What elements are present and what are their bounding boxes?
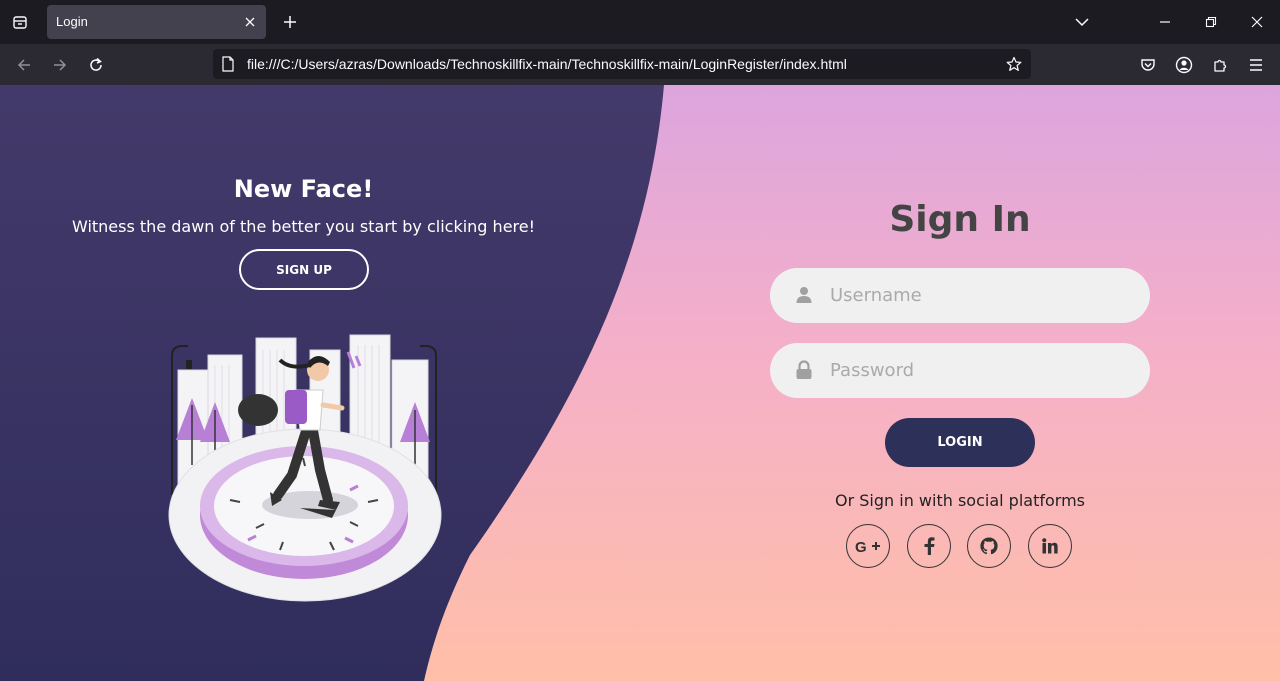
account-icon[interactable] [1171, 52, 1197, 78]
list-all-tabs-icon[interactable] [1070, 10, 1094, 34]
url-text: file:///C:/Users/azras/Downloads/Technos… [247, 56, 847, 72]
tab-login[interactable]: Login [47, 5, 266, 39]
password-input[interactable] [830, 343, 1130, 398]
signup-panel: New Face! Witness the dawn of the better… [0, 85, 610, 681]
password-field[interactable] [770, 343, 1150, 398]
lock-icon [794, 360, 814, 380]
close-tab-icon[interactable] [240, 12, 260, 32]
linkedin-icon[interactable] [1028, 524, 1072, 568]
login-page: New Face! Witness the dawn of the better… [0, 85, 1280, 681]
username-input[interactable] [830, 268, 1130, 323]
minimize-icon[interactable] [1153, 10, 1177, 34]
restore-icon[interactable] [1199, 10, 1223, 34]
social-sign-in-text: Or Sign in with social platforms [835, 491, 1085, 510]
facebook-icon[interactable] [907, 524, 951, 568]
new-face-heading: New Face! [233, 175, 374, 203]
sign-in-heading: Sign In [889, 199, 1031, 240]
pocket-icon[interactable] [1135, 52, 1161, 78]
google-plus-icon[interactable]: G [846, 524, 890, 568]
forward-icon[interactable] [47, 52, 73, 78]
sign-in-panel: Sign In LOGIN Or Sign in with social pla… [700, 85, 1220, 681]
svg-text:G: G [855, 539, 867, 554]
reload-icon[interactable] [83, 52, 109, 78]
github-icon[interactable] [967, 524, 1011, 568]
user-icon [794, 285, 814, 305]
page-icon [221, 56, 235, 76]
back-icon[interactable] [11, 52, 37, 78]
url-bar[interactable]: file:///C:/Users/azras/Downloads/Technos… [213, 49, 1031, 79]
username-field[interactable] [770, 268, 1150, 323]
bookmark-star-icon[interactable] [1003, 53, 1025, 75]
login-button[interactable]: LOGIN [885, 418, 1035, 467]
running-clock-illustration [168, 334, 442, 602]
extensions-icon[interactable] [1207, 52, 1233, 78]
navigation-toolbar: file:///C:/Users/azras/Downloads/Technos… [0, 44, 1280, 86]
sign-up-button[interactable]: SIGN UP [239, 249, 369, 290]
new-tab-icon[interactable] [278, 10, 302, 34]
new-face-description: Witness the dawn of the better you start… [71, 217, 536, 236]
tab-title: Login [56, 14, 88, 29]
tabs-overview-icon[interactable] [8, 10, 32, 34]
menu-icon[interactable] [1243, 52, 1269, 78]
close-window-icon[interactable] [1245, 10, 1269, 34]
tab-bar: Login [0, 0, 1280, 44]
